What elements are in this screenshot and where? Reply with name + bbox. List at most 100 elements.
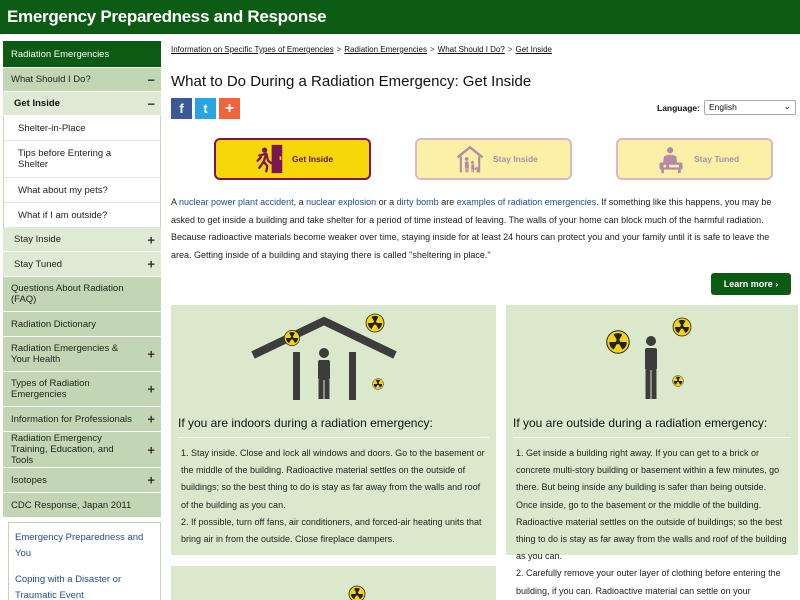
more-share-button[interactable]: + — [219, 98, 240, 119]
intro-paragraph: A nuclear power plant accident, a nuclea… — [171, 194, 791, 264]
sidebar-item-shelter-in-place[interactable]: Shelter-in-Place — [3, 116, 161, 141]
sidebar-item-label: What about my pets? — [18, 184, 108, 196]
intro-text: A — [171, 197, 180, 207]
sidebar-item-label: Radiation Dictionary — [11, 318, 97, 330]
get-inside-button[interactable]: Get Inside — [214, 138, 371, 180]
outdoors-steps: 1. Get inside a building right away. If … — [516, 445, 790, 600]
outdoors-heading: If you are outside during a radiation em… — [513, 416, 768, 430]
collapse-icon[interactable]: − — [147, 73, 155, 86]
stay-inside-button[interactable]: Stay Inside — [415, 138, 572, 180]
house-family-icon — [455, 143, 485, 175]
site-header: Emergency Preparedness and Response — [0, 0, 800, 34]
sidebar-item-label: What Should I Do? — [11, 74, 91, 85]
breadcrumb-separator: > — [430, 45, 435, 54]
indoors-step-2: 2. If possible, turn off fans, air condi… — [181, 516, 482, 545]
sidebar-item-label: Radiation Emergencies & Your Health — [11, 343, 119, 365]
sidebar-item-what-should-i-do[interactable]: What Should I Do? − — [3, 68, 161, 92]
indoors-steps: 1. Stay inside. Close and lock all windo… — [181, 445, 488, 548]
expand-icon[interactable]: + — [147, 258, 155, 271]
sidebar-item-dictionary[interactable]: Radiation Dictionary — [3, 312, 161, 337]
language-label: Language: — [657, 102, 700, 113]
radiation-symbol-icon — [348, 585, 366, 600]
link-nuclear-explosion[interactable]: nuclear explosion — [306, 197, 376, 207]
outdoors-step-1: 1. Get inside a building right away. If … — [516, 448, 787, 562]
outdoors-step-2: 2. Carefully remove your outer layer of … — [516, 568, 781, 596]
expand-icon[interactable]: + — [147, 413, 155, 426]
stay-tuned-button[interactable]: Stay Tuned — [616, 138, 773, 180]
indoors-card: If you are indoors during a radiation em… — [171, 305, 496, 555]
breadcrumb-separator: > — [336, 45, 342, 54]
social-share-bar: f t + — [171, 98, 240, 119]
intro-text: or a — [376, 197, 397, 207]
step-label: Stay Tuned — [694, 154, 740, 164]
running-into-door-icon — [254, 143, 284, 175]
radio-listening-icon — [656, 143, 686, 175]
intro-text: are — [438, 197, 457, 207]
sidebar-item-label: Get Inside — [14, 98, 60, 109]
facebook-share-button[interactable]: f — [171, 98, 192, 119]
sidebar-item-label: Information for Professionals — [11, 413, 132, 425]
card-divider — [513, 437, 791, 438]
step-label: Stay Inside — [493, 154, 538, 164]
sidebar-item-tips-before-shelter[interactable]: Tips before Entering a Shelter — [3, 141, 161, 178]
intro-text: , a — [293, 197, 307, 207]
page-title: What to Do During a Radiation Emergency:… — [171, 73, 532, 90]
sidebar-item-label: Types of Radiation Emergencies — [11, 378, 90, 400]
related-link-preparedness[interactable]: Emergency Preparedness and You — [15, 530, 154, 562]
sidebar-item-faq[interactable]: Questions About Radiation (FAQ) — [3, 277, 161, 312]
learn-more-label: Learn more — [723, 279, 773, 289]
breadcrumb: Information on Specific Types of Emergen… — [171, 45, 552, 54]
sidebar-item-label: Stay Tuned — [14, 258, 63, 270]
site-title[interactable]: Emergency Preparedness and Response — [7, 7, 327, 27]
sidebar-item-professionals[interactable]: Information for Professionals + — [3, 407, 161, 432]
sidebar-item-get-inside[interactable]: Get Inside − — [3, 92, 161, 116]
sidebar-item-training[interactable]: Radiation Emergency Training, Education,… — [3, 432, 161, 468]
sidebar-item-types[interactable]: Types of Radiation Emergencies + — [3, 372, 161, 407]
expand-icon[interactable]: + — [147, 443, 155, 456]
house-person-illustration — [251, 313, 397, 400]
breadcrumb-link[interactable]: What Should I Do? — [438, 45, 505, 54]
expand-icon[interactable]: + — [147, 474, 155, 487]
sidebar-item-radiation-emergencies[interactable]: Radiation Emergencies — [3, 41, 161, 68]
outdoors-card: If you are outside during a radiation em… — [506, 305, 798, 596]
collapse-icon[interactable]: − — [147, 97, 155, 110]
breadcrumb-link[interactable]: Radiation Emergencies — [344, 45, 427, 54]
link-dirty-bomb[interactable]: dirty bomb — [397, 197, 439, 207]
person-outside-illustration — [606, 317, 692, 399]
sidebar-item-outside[interactable]: What if I am outside? — [3, 203, 161, 228]
sidebar-item-your-health[interactable]: Radiation Emergencies & Your Health + — [3, 337, 161, 372]
sidebar-item-label: Radiation Emergency Training, Education,… — [11, 433, 114, 466]
sidebar-item-stay-inside[interactable]: Stay Inside + — [3, 228, 161, 252]
sidebar-item-label: Tips before Entering a Shelter — [18, 148, 112, 170]
link-examples-of-radiation-emergencies[interactable]: examples of radiation emergencies — [457, 197, 597, 207]
sidebar-item-label: Shelter-in-Place — [18, 122, 86, 134]
sidebar-item-japan-2011[interactable]: CDC Response, Japan 2011 — [3, 493, 161, 518]
language-selected: English — [708, 102, 737, 112]
breadcrumb-link[interactable]: Information on Specific Types of Emergen… — [171, 45, 334, 54]
breadcrumb-link[interactable]: Get Inside — [516, 45, 552, 54]
sidebar-item-label: CDC Response, Japan 2011 — [11, 499, 132, 511]
expand-icon[interactable]: + — [147, 383, 155, 396]
language-selector: Language: English ⌄ — [657, 100, 796, 115]
sidebar-item-label: Questions About Radiation (FAQ) — [11, 283, 124, 305]
language-select[interactable]: English ⌄ — [703, 100, 796, 115]
twitter-share-button[interactable]: t — [195, 98, 216, 119]
card-divider — [178, 437, 489, 438]
breadcrumb-separator: > — [507, 45, 513, 54]
link-nuclear-power-plant-accident[interactable]: nuclear power plant accident — [179, 197, 294, 207]
sidebar-item-label: Stay Inside — [14, 234, 61, 245]
sidebar-item-label: What if I am outside? — [18, 209, 108, 221]
sidebar-item-isotopes[interactable]: Isotopes + — [3, 468, 161, 493]
related-link-coping[interactable]: Coping with a Disaster or Traumatic Even… — [15, 572, 154, 600]
sidebar-item-stay-tuned[interactable]: Stay Tuned + — [3, 252, 161, 277]
chevron-right-icon: › — [775, 279, 779, 289]
indoors-heading: If you are indoors during a radiation em… — [178, 416, 433, 430]
sidebar-item-label: Isotopes — [11, 474, 47, 486]
sidebar-item-pets[interactable]: What about my pets? — [3, 178, 161, 203]
expand-icon[interactable]: + — [147, 348, 155, 361]
learn-more-button[interactable]: Learn more › — [711, 273, 791, 295]
sidebar-item-label: Radiation Emergencies — [11, 48, 110, 60]
expand-icon[interactable]: + — [147, 233, 155, 246]
sidebar-nav: Radiation Emergencies What Should I Do? … — [3, 41, 161, 518]
next-card — [171, 566, 496, 600]
